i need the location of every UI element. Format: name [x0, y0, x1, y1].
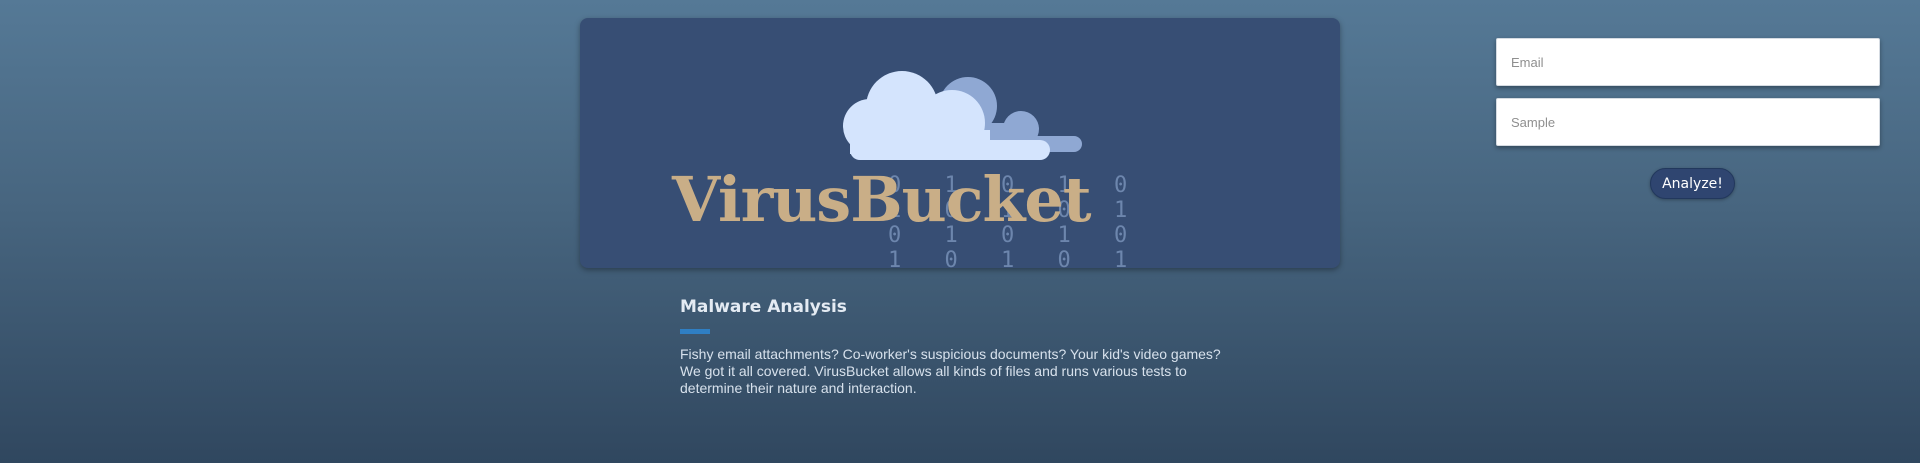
hero-banner: 0 1 0 1 0 1 0 1 0 1 0 1 0 1 0 1 0 1 0 1 …	[580, 18, 1340, 268]
brand-logo-text: VirusBucket	[672, 163, 1091, 236]
email-field[interactable]	[1496, 38, 1880, 86]
section-description: Fishy email attachments? Co-worker's sus…	[680, 346, 1221, 396]
sample-field[interactable]	[1496, 98, 1880, 146]
title-underline	[680, 329, 710, 334]
section-title: Malware Analysis	[680, 297, 847, 317]
analyze-button[interactable]: Analyze!	[1650, 168, 1735, 199]
binary-line-4: 1 0 1 0 1	[888, 248, 1143, 268]
feature-section: Malware Analysis Fishy email attachments…	[680, 297, 1240, 397]
